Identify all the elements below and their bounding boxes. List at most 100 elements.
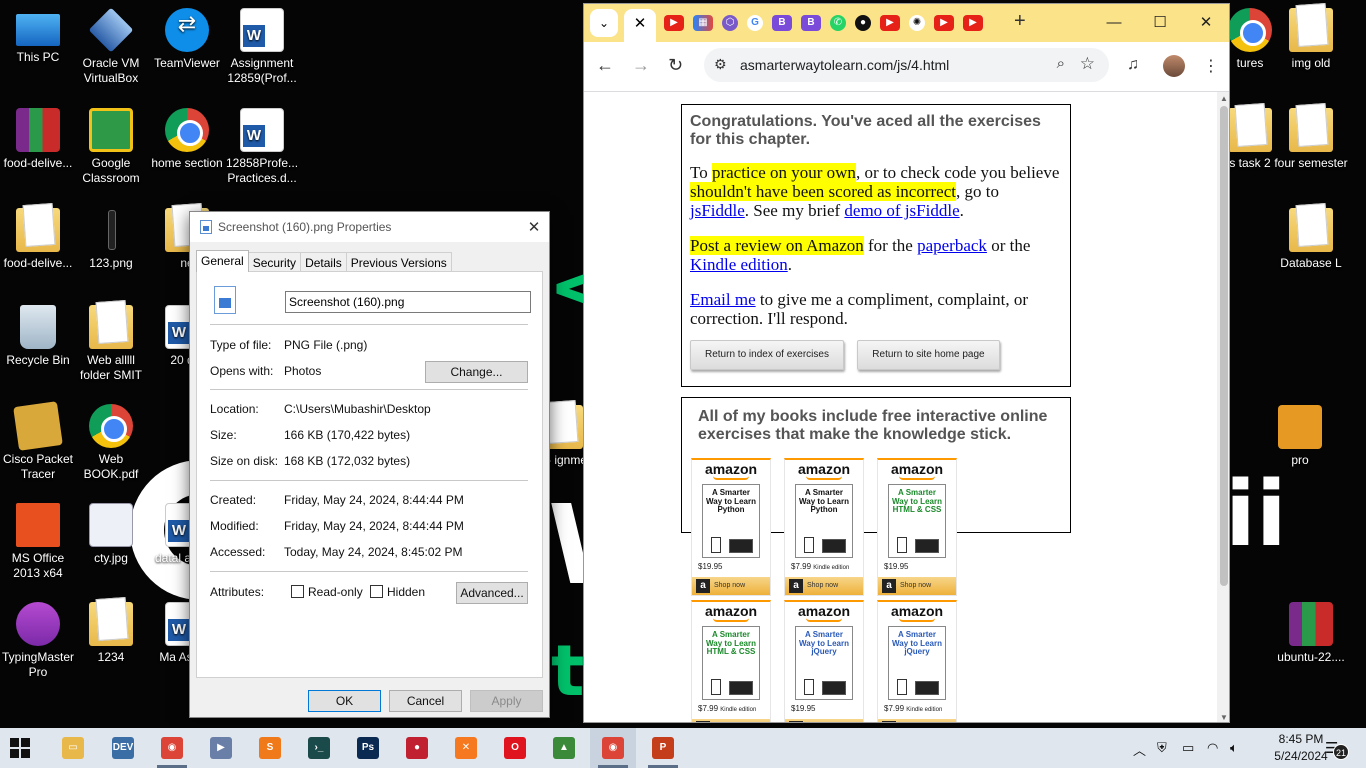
book-card[interactable]: amazon A Smarter Way to Learn jQuery $7.99… (877, 600, 957, 722)
email-me-link[interactable]: Email me (690, 290, 756, 309)
bookmark-star-icon[interactable]: ☆ (1080, 54, 1095, 74)
return-home-button[interactable]: Return to site home page (857, 340, 1000, 370)
desktop-icon-home-section[interactable]: home section (149, 108, 225, 171)
desktop-icon-teamviewer[interactable]: TeamViewer (149, 8, 225, 71)
apply-button[interactable]: Apply (470, 690, 543, 712)
book-card[interactable]: amazon A Smarter Way to Learn Python $7.99… (784, 458, 864, 596)
active-tab-close-icon[interactable]: ✕ (624, 9, 656, 42)
taskbar-dev-c++[interactable]: DEV (100, 728, 146, 768)
taskbar-photoshop[interactable]: Ps (345, 728, 391, 768)
url-text[interactable]: asmarterwaytolearn.com/js/4.html (740, 57, 949, 73)
return-index-button[interactable]: Return to index of exercises (690, 340, 844, 370)
desktop-icon-virtualbox[interactable]: Oracle VM VirtualBox (73, 7, 149, 86)
youtube-icon[interactable]: ▶ (963, 15, 983, 31)
scrollbar[interactable]: ▲ ▼ (1217, 92, 1229, 722)
clock[interactable]: 8:45 PM 5/24/2024 (1270, 731, 1332, 765)
chatgpt-icon[interactable]: ✺ (909, 15, 925, 31)
advanced-button[interactable]: Advanced... (456, 582, 528, 604)
forward-icon[interactable]: → (632, 55, 650, 76)
desktop-icon-web-folder[interactable]: Web alllll folder SMIT (73, 305, 149, 383)
battery-icon[interactable]: ▭ (1182, 740, 1194, 756)
shop-now-button[interactable] (878, 719, 956, 722)
taskbar-photos[interactable]: ▲ (541, 728, 587, 768)
shop-now-button[interactable]: Shop now (692, 577, 770, 595)
github-icon[interactable]: ● (855, 15, 871, 31)
desktop-icon-recycle-bin[interactable]: Recycle Bin (0, 305, 76, 368)
desktop-icon-practices[interactable]: 12858Profe... Practices.d... (224, 108, 300, 186)
ok-button[interactable]: OK (308, 690, 381, 712)
windows-start-icon[interactable] (10, 738, 30, 758)
tab-details[interactable]: Details (300, 252, 347, 272)
shop-now-button[interactable] (785, 719, 863, 722)
chevron-up-icon[interactable]: ︿ (1133, 740, 1146, 759)
desktop-icon-web-book[interactable]: Web BOOK.pdf (73, 404, 149, 482)
change-button[interactable]: Change... (425, 361, 528, 383)
desktop-icon-four-semester[interactable]: four semester (1273, 108, 1349, 171)
shop-now-button[interactable]: Shop now (878, 577, 956, 595)
volume-icon[interactable]: 🔈︎ (1230, 740, 1238, 756)
taskbar-media-player[interactable]: ▶ (198, 728, 244, 768)
reload-icon[interactable]: ↻ (668, 55, 683, 76)
google-icon[interactable]: G (747, 15, 763, 31)
youtube-icon[interactable]: ▶ (880, 15, 900, 31)
menu-icon[interactable]: ⋮ (1203, 56, 1219, 76)
desktop-icon-123-png[interactable]: 123.png (73, 208, 149, 271)
scroll-up-icon[interactable]: ▲ (1220, 94, 1228, 103)
security-shield-icon[interactable]: ⛨ (1157, 740, 1167, 756)
desktop-icon-food-delivery-2[interactable]: food-delive... (0, 208, 76, 271)
dialog-titlebar[interactable]: Screenshot (160).png Properties ✕ (190, 212, 549, 242)
cancel-button[interactable]: Cancel (389, 690, 462, 712)
taskbar-file-explorer[interactable]: ▭ (50, 728, 96, 768)
site-info-icon[interactable]: ⚙ (714, 56, 732, 74)
bing-icon[interactable]: B (801, 15, 821, 31)
desktop-icon-ms-office[interactable]: MS Office 2013 x64 (0, 503, 76, 581)
scrollbar-thumb[interactable] (1220, 106, 1228, 586)
tab-general[interactable]: General (196, 250, 249, 272)
shop-now-button[interactable] (692, 719, 770, 722)
youtube-icon[interactable]: ▶ (934, 15, 954, 31)
minimize-icon[interactable]: — (1091, 4, 1137, 42)
desktop-icon-ubuntu[interactable]: ubuntu-22.... (1273, 602, 1349, 665)
jira-icon[interactable]: ▦ (693, 15, 713, 31)
hidden-checkbox[interactable] (370, 585, 383, 598)
proton-icon[interactable]: ⬡ (722, 15, 738, 31)
new-tab-icon[interactable]: + (1014, 10, 1026, 33)
desktop-icon-pro[interactable]: pro (1262, 405, 1338, 468)
jsfiddle-link[interactable]: jsFiddle (690, 201, 745, 220)
youtube-icon[interactable]: ▶ (664, 15, 684, 31)
book-card[interactable]: amazon A Smarter Way to Learn HTML & CSS $… (877, 458, 957, 596)
desktop-icon-1234[interactable]: 1234 (73, 602, 149, 665)
taskbar-screen-recorder[interactable]: ● (394, 728, 440, 768)
readonly-checkbox[interactable] (291, 585, 304, 598)
back-icon[interactable]: ← (596, 55, 614, 76)
tab-search-icon[interactable]: ⌄ (590, 9, 618, 37)
wifi-icon[interactable]: ◠ (1207, 740, 1218, 756)
kindle-edition-link[interactable]: Kindle edition (690, 255, 788, 274)
desktop-icon-google-classroom[interactable]: Google Classroom (73, 108, 149, 186)
taskbar-xampp[interactable]: ✕ (443, 728, 489, 768)
desktop-icon-food-delivery-1[interactable]: food-delive... (0, 108, 76, 171)
taskbar-terminal[interactable]: ›_ (296, 728, 342, 768)
taskbar-chrome[interactable]: ◉ (590, 728, 636, 768)
taskbar-chrome[interactable]: ◉ (149, 728, 195, 768)
book-card[interactable]: amazon A Smarter Way to Learn HTML & CSS $… (691, 600, 771, 722)
filename-field[interactable]: Screenshot (160).png (285, 291, 531, 313)
notifications-icon[interactable]: ☰ 21 (1325, 739, 1349, 760)
whatsapp-icon[interactable]: ✆ (830, 15, 846, 31)
maximize-icon[interactable]: ☐ (1137, 4, 1183, 42)
taskbar-sublime-text[interactable]: S (247, 728, 293, 768)
bing-icon[interactable]: B (772, 15, 792, 31)
avatar[interactable] (1163, 55, 1185, 77)
book-card[interactable]: amazon A Smarter Way to Learn jQuery $19.9… (784, 600, 864, 722)
desktop-icon-typingmaster[interactable]: TypingMaster Pro (0, 602, 76, 680)
scroll-down-icon[interactable]: ▼ (1220, 713, 1228, 722)
paperback-link[interactable]: paperback (917, 236, 987, 255)
zoom-icon[interactable]: ⌕ (1057, 55, 1065, 72)
desktop-icon-img-old[interactable]: img old (1273, 8, 1349, 71)
tab-previous-versions[interactable]: Previous Versions (345, 252, 452, 272)
tab-security[interactable]: Security (247, 252, 302, 272)
close-icon[interactable]: ✕ (1183, 4, 1229, 42)
desktop-icon-assignment[interactable]: Assignment 12859(Prof... (224, 8, 300, 86)
close-icon[interactable]: ✕ (519, 218, 549, 236)
desktop-icon-cty-jpg[interactable]: cty.jpg (73, 503, 149, 566)
